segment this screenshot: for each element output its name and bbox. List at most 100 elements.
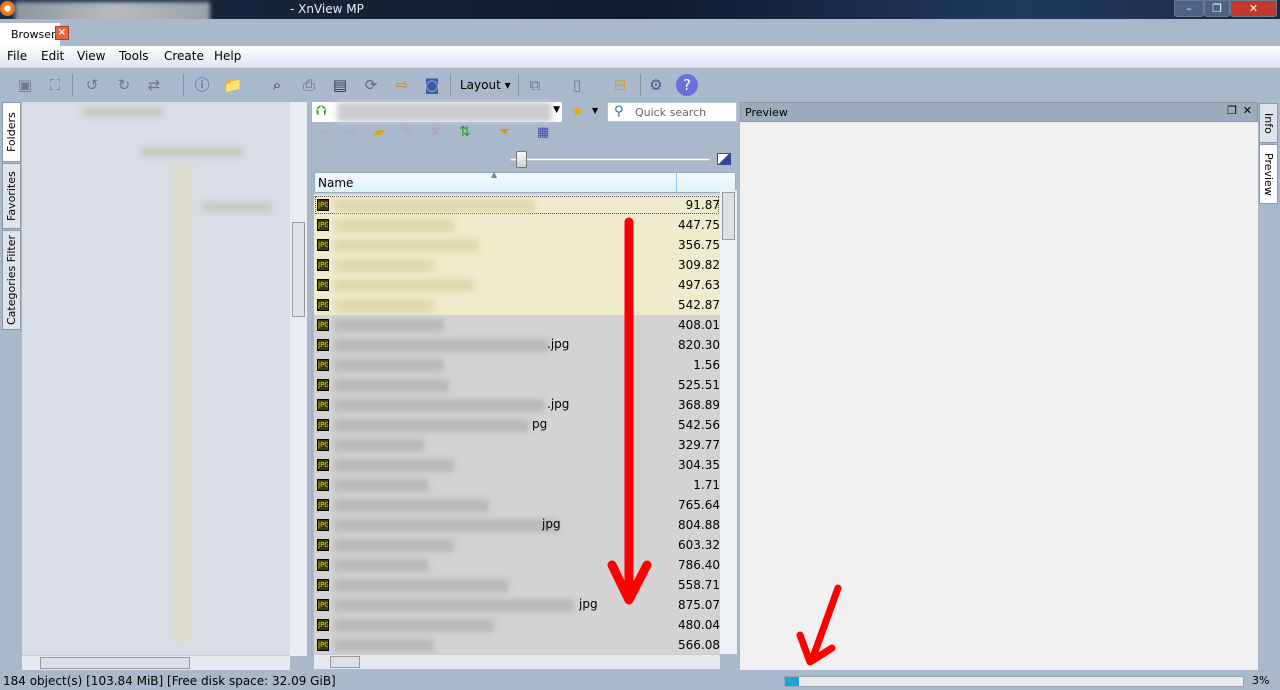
file-size: 786.40 bbox=[678, 558, 720, 572]
address-bar[interactable]: ⮉ ▼ bbox=[312, 102, 562, 122]
window-title: - XnView MP bbox=[290, 2, 364, 16]
filter-icon[interactable]: ⏷ bbox=[499, 124, 510, 140]
file-name-blurred bbox=[334, 279, 474, 292]
settings-gear-icon[interactable]: ⚙ bbox=[645, 74, 667, 96]
chevron-down-icon[interactable]: ▼ bbox=[553, 105, 560, 115]
rotate-right-icon[interactable]: ↻ bbox=[113, 74, 135, 96]
tab-favorites[interactable]: Favorites bbox=[2, 163, 21, 229]
layout-button[interactable]: Layout ▾ bbox=[460, 78, 511, 92]
tab-preview[interactable]: Preview bbox=[1259, 144, 1278, 204]
back-icon[interactable]: ⇦ bbox=[318, 125, 330, 141]
tab-browser[interactable]: Browser bbox=[0, 23, 60, 46]
file-row[interactable]: JPG 1.56 bbox=[314, 355, 720, 375]
jpeg-file-icon: JPG bbox=[317, 459, 329, 471]
favorites-star-icon[interactable]: ★ bbox=[571, 102, 584, 120]
folder-tree-scrollbar[interactable] bbox=[290, 102, 307, 656]
tab-close-icon[interactable]: × bbox=[55, 26, 69, 40]
file-name-blurred bbox=[334, 439, 424, 452]
jpeg-file-icon: JPG bbox=[317, 319, 329, 331]
batch-rename-icon[interactable]: ⧉ bbox=[524, 74, 546, 96]
file-row[interactable]: JPG 1.71 bbox=[314, 475, 720, 495]
file-size: 603.32 bbox=[678, 538, 720, 552]
tab-categories-filter[interactable]: Categories Filter bbox=[2, 230, 21, 330]
file-row[interactable]: JPG 525.51 bbox=[314, 375, 720, 395]
file-row[interactable]: JPG 447.75 bbox=[314, 215, 720, 235]
menu-view[interactable]: View bbox=[77, 49, 105, 63]
separator bbox=[450, 74, 451, 96]
close-icon[interactable]: ✕ bbox=[1243, 104, 1252, 117]
fit-size-icon[interactable] bbox=[717, 153, 731, 165]
capture-icon[interactable]: ◙ bbox=[421, 74, 443, 96]
chevron-down-icon[interactable]: ▼ bbox=[592, 106, 598, 115]
file-extension: .jpg bbox=[547, 397, 570, 411]
file-name-blurred bbox=[334, 239, 479, 252]
menu-create[interactable]: Create bbox=[164, 49, 204, 63]
folder-tree-icon[interactable]: ⊟ bbox=[609, 74, 631, 96]
scan-icon[interactable]: ▤ bbox=[329, 74, 351, 96]
new-folder-icon[interactable]: ▰ bbox=[374, 125, 384, 140]
slider-thumb[interactable] bbox=[516, 151, 527, 168]
transform-icon[interactable]: ⇄ bbox=[143, 74, 165, 96]
minimize-button[interactable]: – bbox=[1174, 0, 1204, 17]
menu-file[interactable]: File bbox=[7, 49, 27, 63]
file-list[interactable]: JPG 91.87 JPG 447.75 JPG 356.75 JPG 309.82 J… bbox=[314, 172, 720, 654]
file-row[interactable]: JPG jpg 875.07 bbox=[314, 595, 720, 615]
view-mode-icon[interactable]: ▦ bbox=[537, 125, 549, 140]
file-row[interactable]: JPG 309.82 bbox=[314, 255, 720, 275]
watermark-icon[interactable]: ▯ bbox=[566, 74, 588, 96]
tab-info[interactable]: Info bbox=[1259, 103, 1278, 143]
menu-edit[interactable]: Edit bbox=[41, 49, 64, 63]
file-row[interactable]: JPG pg 542.56 bbox=[314, 415, 720, 435]
undock-icon[interactable]: ❐ bbox=[1227, 104, 1237, 117]
file-list-scrollbar[interactable] bbox=[720, 190, 737, 654]
properties-icon[interactable]: ⓘ bbox=[191, 74, 213, 96]
file-row[interactable]: JPG 497.63 bbox=[314, 275, 720, 295]
view-image-icon[interactable]: ▣ bbox=[14, 74, 36, 96]
file-row[interactable]: JPG 558.71 bbox=[314, 575, 720, 595]
folder-tree[interactable] bbox=[22, 102, 290, 656]
delete-icon[interactable]: ✖ bbox=[430, 125, 441, 140]
file-row[interactable]: JPG 356.75 bbox=[314, 235, 720, 255]
convert-icon[interactable]: ⟳ bbox=[360, 74, 382, 96]
restore-button[interactable]: ❐ bbox=[1204, 0, 1230, 17]
print-icon[interactable]: ⎙ bbox=[298, 74, 320, 96]
separator bbox=[518, 74, 519, 96]
file-row[interactable]: JPG 765.64 bbox=[314, 495, 720, 515]
menu-help[interactable]: Help bbox=[214, 49, 241, 63]
jpeg-file-icon: JPG bbox=[317, 519, 329, 531]
copy-move-icon[interactable]: 📁 bbox=[222, 74, 244, 96]
tab-label: Browser bbox=[11, 28, 56, 41]
menu-tools[interactable]: Tools bbox=[119, 49, 149, 63]
file-row[interactable]: JPG 408.01 bbox=[314, 315, 720, 335]
quick-search-input[interactable]: ⚲ Quick search bbox=[607, 102, 737, 122]
rename-icon[interactable]: ✎ bbox=[402, 125, 413, 140]
thumbnail-size-slider[interactable] bbox=[510, 158, 710, 161]
jpeg-file-icon: JPG bbox=[317, 279, 329, 291]
file-row[interactable]: JPG 603.32 bbox=[314, 535, 720, 555]
file-row[interactable]: JPG 542.87 bbox=[314, 295, 720, 315]
file-row[interactable]: JPG 329.77 bbox=[314, 435, 720, 455]
file-row[interactable]: JPG 566.08 bbox=[314, 635, 720, 654]
rotate-left-icon[interactable]: ↺ bbox=[81, 74, 103, 96]
close-window-button[interactable]: ✕ bbox=[1230, 0, 1277, 17]
tab-folders[interactable]: Folders bbox=[2, 102, 21, 162]
go-up-icon[interactable]: ⮉ bbox=[316, 103, 327, 119]
binoculars-icon[interactable]: ⌕ bbox=[266, 74, 288, 96]
forward-icon[interactable]: ⇨ bbox=[344, 125, 356, 141]
file-extension: pg bbox=[532, 417, 548, 431]
file-list-hscrollbar[interactable] bbox=[314, 654, 720, 669]
help-icon[interactable]: ? bbox=[676, 74, 698, 96]
file-row[interactable]: JPG .jpg 368.89 bbox=[314, 395, 720, 415]
sort-icon[interactable]: ⇅ bbox=[459, 124, 471, 140]
export-icon[interactable]: ⇨ bbox=[391, 74, 413, 96]
file-row[interactable]: JPG .jpg 820.30 bbox=[314, 335, 720, 355]
file-row[interactable]: JPG jpg 804.88 bbox=[314, 515, 720, 535]
file-row[interactable]: JPG 304.35 bbox=[314, 455, 720, 475]
file-row[interactable]: JPG 91.87 bbox=[314, 195, 720, 215]
file-row[interactable]: JPG 786.40 bbox=[314, 555, 720, 575]
file-row[interactable]: JPG 480.04 bbox=[314, 615, 720, 635]
folder-tree-hscrollbar[interactable] bbox=[22, 655, 290, 670]
fullscreen-icon[interactable]: ⛶ bbox=[44, 74, 66, 96]
jpeg-file-icon: JPG bbox=[317, 479, 329, 491]
file-name-blurred bbox=[334, 519, 559, 532]
